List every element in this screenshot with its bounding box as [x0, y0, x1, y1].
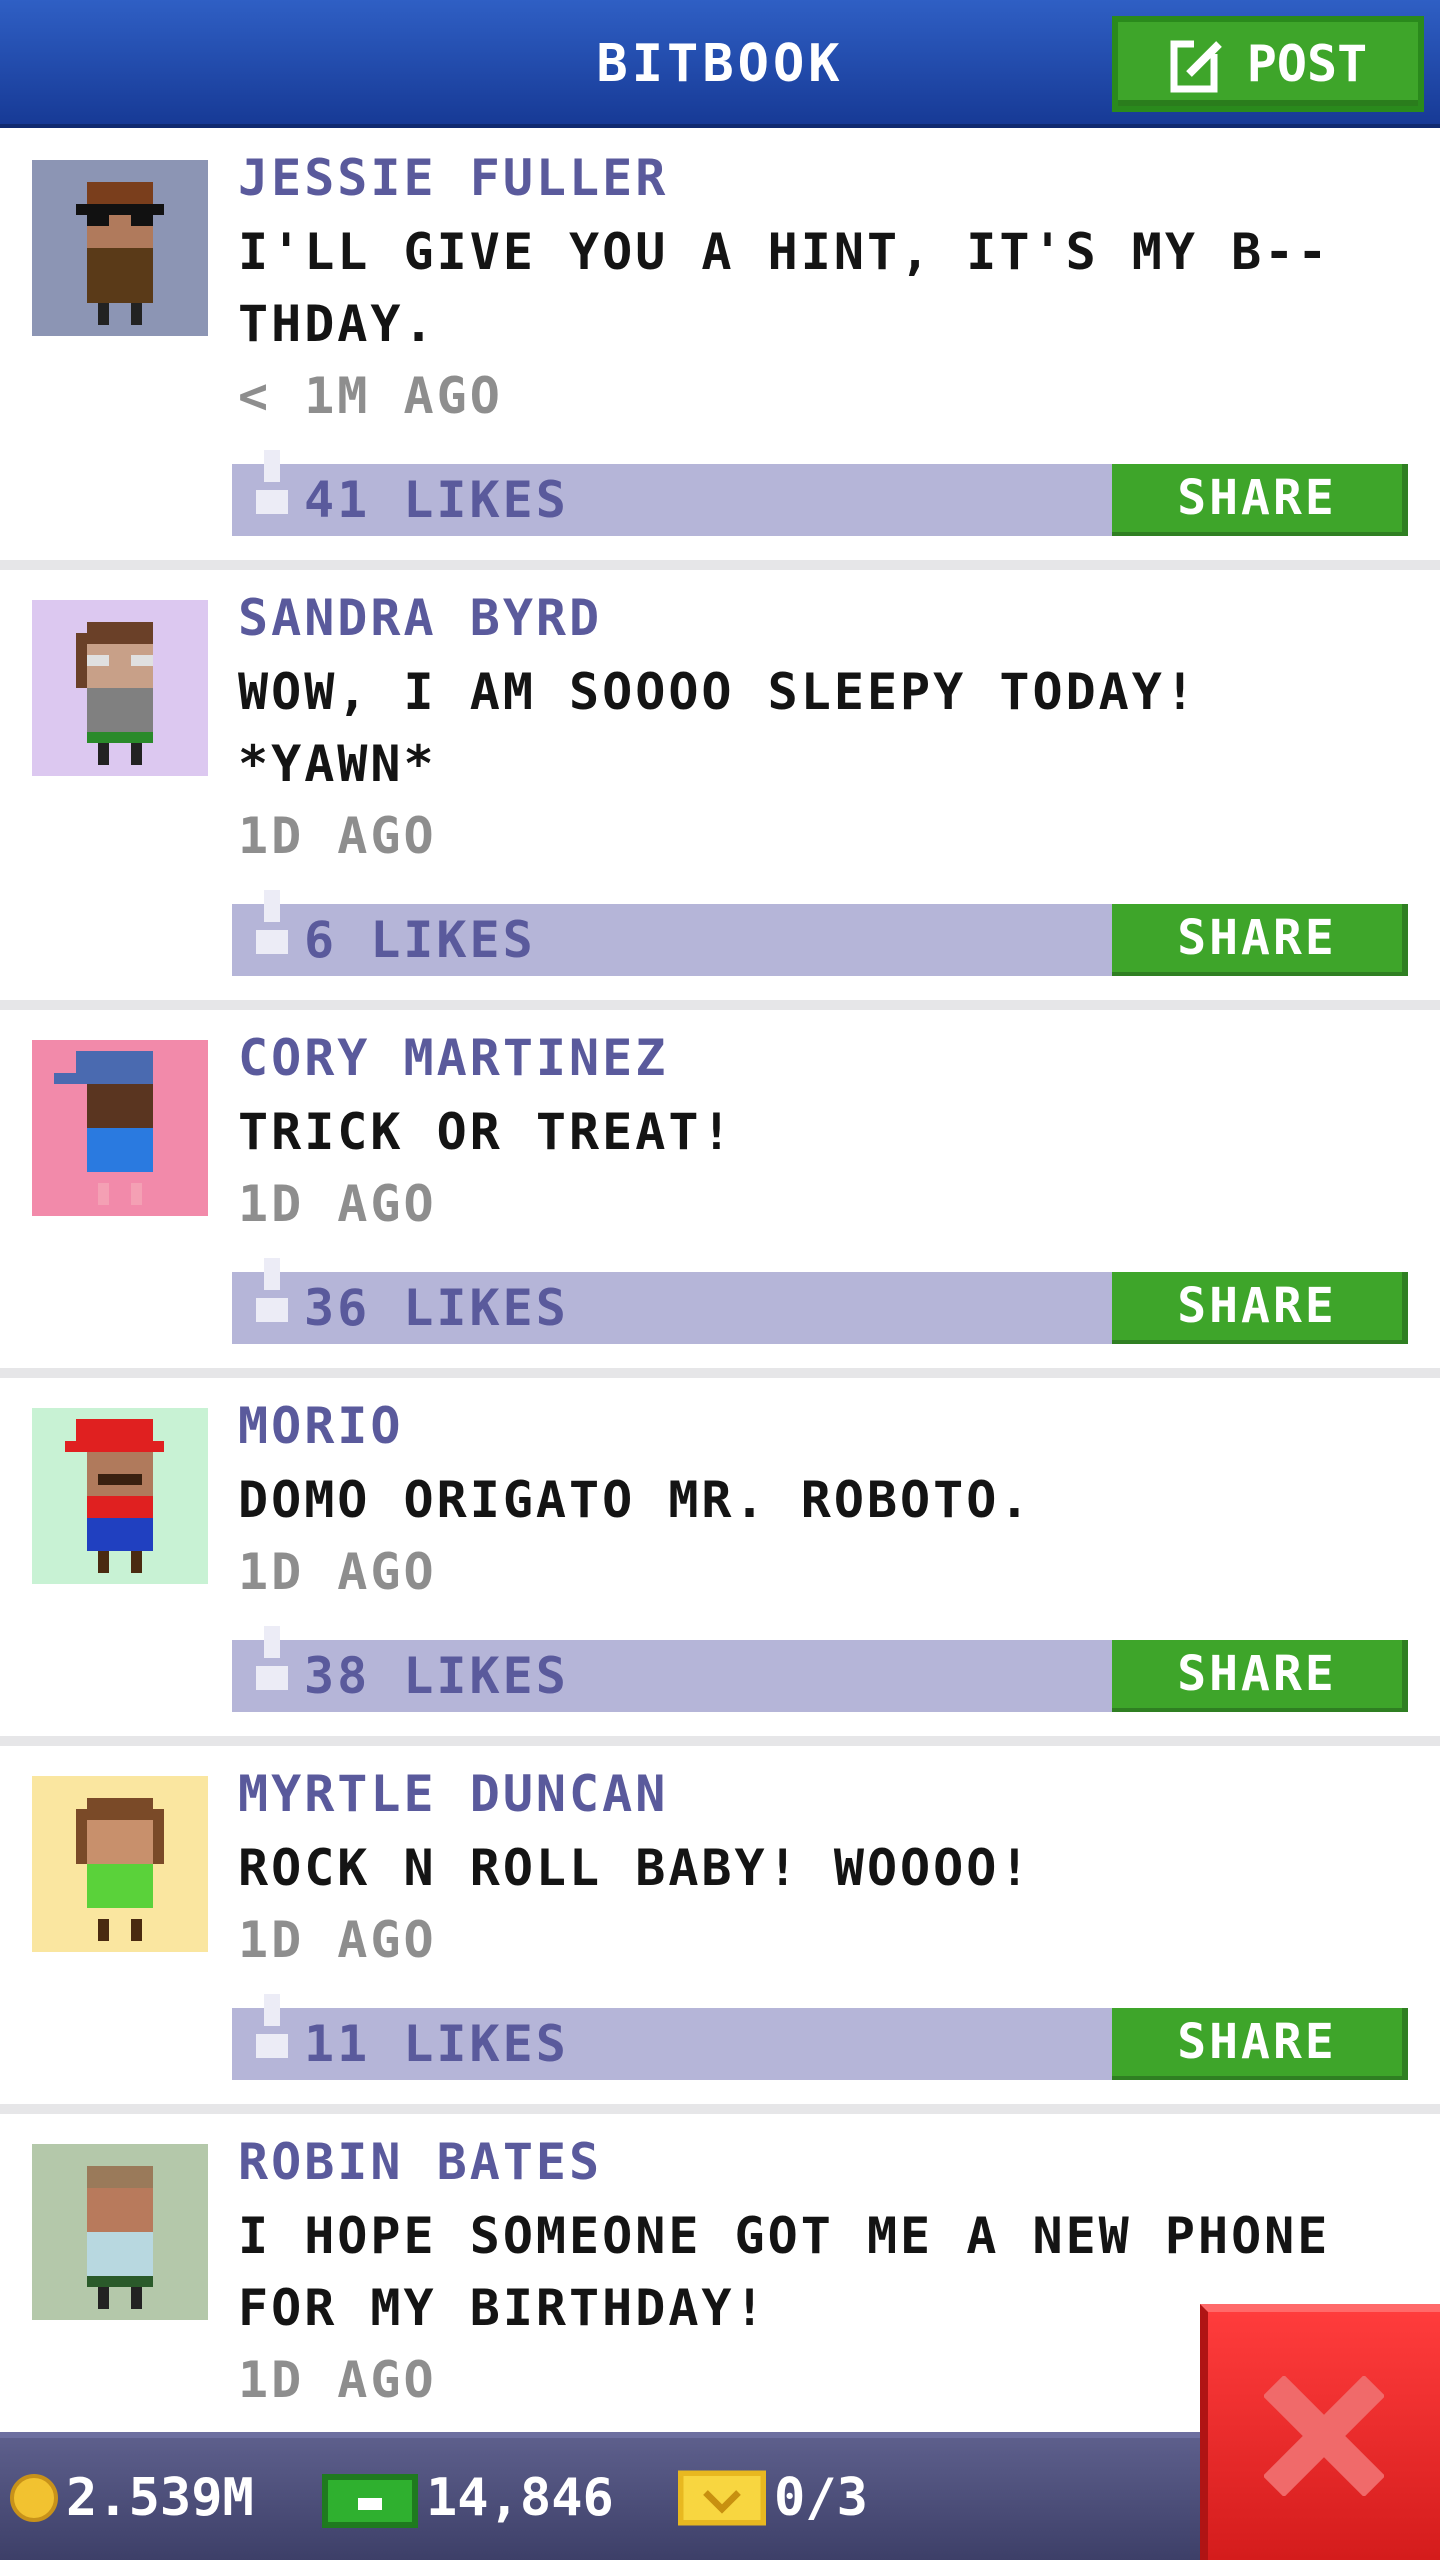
- avatar[interactable]: [32, 160, 208, 336]
- thumbs-up-icon[interactable]: [248, 890, 296, 970]
- coins-value: 2.539M: [66, 2468, 254, 2528]
- post-time: 1D AGO: [238, 2351, 437, 2409]
- post-time: 1D AGO: [238, 807, 437, 865]
- avatar[interactable]: [32, 600, 208, 776]
- bux-value: 14,846: [426, 2468, 614, 2528]
- post-button-label: POST: [1246, 35, 1368, 93]
- like-count: 11 LIKES: [304, 2015, 569, 2073]
- compose-icon: [1170, 39, 1224, 93]
- post-time: < 1M AGO: [238, 367, 503, 425]
- avatar-image: [32, 1408, 208, 1584]
- post-message: ROCK N ROLL BABY! WOOOO!: [238, 1839, 1033, 1897]
- post-feed[interactable]: JESSIE FULLER I'LL GIVE YOU A HINT, IT'S…: [0, 128, 1440, 2432]
- thumbs-up-icon[interactable]: [248, 1994, 296, 2074]
- share-button[interactable]: SHARE: [1112, 904, 1408, 976]
- post-author[interactable]: SANDRA BYRD: [238, 588, 602, 648]
- post-message: I'LL GIVE YOU A HINT, IT'S MY B--THDAY.: [238, 223, 1331, 353]
- like-count: 38 LIKES: [304, 1647, 569, 1705]
- divider: [0, 1736, 1440, 1746]
- post-time: 1D AGO: [238, 1175, 437, 1233]
- like-count: 6 LIKES: [304, 911, 536, 969]
- share-button[interactable]: SHARE: [1112, 1272, 1408, 1344]
- like-count: 41 LIKES: [304, 471, 569, 529]
- bux-display[interactable]: 14,846: [322, 2468, 614, 2528]
- divider: [0, 1000, 1440, 1010]
- post-message: TRICK OR TREAT!: [238, 1103, 735, 1161]
- avatar-image: [32, 600, 208, 776]
- avatar-image: [32, 1040, 208, 1216]
- like-count: 36 LIKES: [304, 1279, 569, 1337]
- divider: [0, 2104, 1440, 2114]
- close-icon: [1264, 2376, 1384, 2496]
- ticket-icon: [678, 2470, 766, 2526]
- avatar-image: [32, 160, 208, 336]
- post-button[interactable]: POST: [1112, 16, 1424, 112]
- thumbs-up-icon[interactable]: [248, 450, 296, 530]
- post-author[interactable]: ROBIN BATES: [238, 2132, 602, 2192]
- vip-value: 0/3: [774, 2468, 868, 2528]
- post-author[interactable]: CORY MARTINEZ: [238, 1028, 668, 1088]
- post-time: 1D AGO: [238, 1543, 437, 1601]
- post-author[interactable]: MYRTLE DUNCAN: [238, 1764, 668, 1824]
- post-time: 1D AGO: [238, 1911, 437, 1969]
- coin-icon: [10, 2474, 58, 2522]
- post-message: WOW, I AM SOOOO SLEEPY TODAY! *YAWN*: [238, 663, 1198, 793]
- post-author[interactable]: MORIO: [238, 1396, 404, 1456]
- divider: [0, 560, 1440, 570]
- post-message: DOMO ORIGATO MR. ROBOTO.: [238, 1471, 1033, 1529]
- thumbs-up-icon[interactable]: [248, 1258, 296, 1338]
- like-bar: 38 LIKES SHARE: [232, 1626, 1408, 1712]
- divider: [0, 1368, 1440, 1378]
- bux-icon: [322, 2474, 418, 2528]
- avatar[interactable]: [32, 1040, 208, 1216]
- like-bar: 6 LIKES SHARE: [232, 890, 1408, 976]
- top-bar: BITBOOK POST: [0, 0, 1440, 128]
- share-button[interactable]: SHARE: [1112, 464, 1408, 536]
- post-author[interactable]: JESSIE FULLER: [238, 148, 668, 208]
- like-bar: 11 LIKES SHARE: [232, 1994, 1408, 2080]
- like-bar: 41 LIKES SHARE: [232, 450, 1408, 536]
- close-button[interactable]: [1200, 2304, 1440, 2560]
- avatar-image: [32, 2144, 208, 2320]
- avatar[interactable]: [32, 1776, 208, 1952]
- avatar-image: [32, 1776, 208, 1952]
- thumbs-up-icon[interactable]: [248, 1626, 296, 1706]
- share-button[interactable]: SHARE: [1112, 1640, 1408, 1712]
- avatar[interactable]: [32, 1408, 208, 1584]
- like-bar: 36 LIKES SHARE: [232, 1258, 1408, 1344]
- vip-display[interactable]: 0/3: [678, 2468, 868, 2528]
- coins-display[interactable]: 2.539M: [10, 2468, 254, 2528]
- share-button[interactable]: SHARE: [1112, 2008, 1408, 2080]
- avatar[interactable]: [32, 2144, 208, 2320]
